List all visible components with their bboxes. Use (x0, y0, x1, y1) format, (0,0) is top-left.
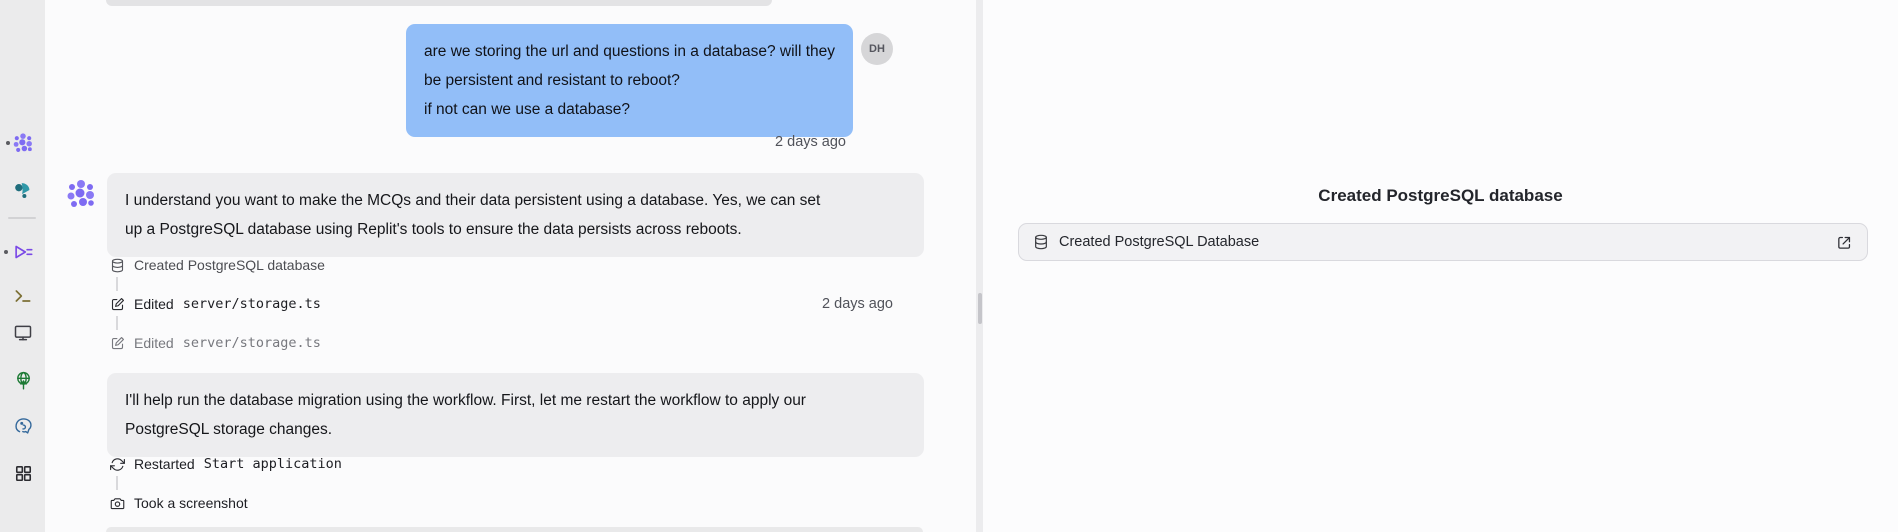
previous-message-edge (106, 0, 772, 6)
tool-label: Created PostgreSQL database (134, 257, 325, 273)
monitor-icon (13, 323, 33, 343)
agent-message-line: I understand you want to make the MCQs a… (125, 186, 906, 215)
agent-message-line: I'll help run the database migration usi… (125, 386, 906, 415)
sidebar-item-shell[interactable] (11, 284, 35, 308)
postgresql-icon (13, 415, 34, 436)
database-icon (1033, 234, 1049, 250)
edit-icon (110, 336, 125, 351)
assistant-arrow-icon (12, 179, 34, 201)
tool-row-took-screenshot[interactable]: Took a screenshot (110, 493, 248, 513)
console-notification-dot (4, 250, 8, 254)
next-message-edge (106, 527, 923, 532)
sidebar-item-preview[interactable] (11, 321, 35, 345)
tool-command-name: Start application (204, 456, 342, 472)
sidebar-item-assistant[interactable] (11, 178, 35, 202)
tool-label: Edited (134, 335, 174, 351)
user-message-line: be persistent and resistant to reboot? (424, 66, 835, 95)
tool-label: Took a screenshot (134, 495, 248, 511)
sidebar-item-agent[interactable] (11, 131, 35, 155)
agent-dots-icon (65, 178, 97, 210)
agent-notification-dot (6, 141, 10, 145)
timeline-connector (116, 476, 118, 490)
agent-dots-icon (12, 132, 34, 154)
apps-grid-icon (14, 464, 33, 483)
user-message-line: if not can we use a database? (424, 95, 835, 124)
tool-row-created-database[interactable]: Created PostgreSQL database (110, 255, 325, 275)
detail-panel-title: Created PostgreSQL database (983, 186, 1898, 206)
deploy-globe-icon (13, 370, 34, 391)
terminal-icon (13, 286, 33, 306)
sidebar-divider (8, 217, 36, 219)
tool-file-name: server/storage.ts (183, 296, 321, 312)
detail-panel: Created PostgreSQL database Created Post… (983, 0, 1898, 532)
tool-label: Edited (134, 296, 174, 312)
message-timestamp: 2 days ago (822, 296, 893, 312)
sidebar-item-all-tools[interactable] (11, 461, 35, 485)
tool-label: Restarted (134, 456, 195, 472)
user-message-line: are we storing the url and questions in … (424, 37, 835, 66)
tool-row-restarted-workflow[interactable]: Restarted Start application (110, 454, 342, 474)
sidebar-item-console[interactable] (11, 240, 35, 264)
database-detail-card[interactable]: Created PostgreSQL Database (1018, 223, 1868, 261)
user-message-bubble: are we storing the url and questions in … (406, 24, 853, 137)
tool-row-edited-file[interactable]: Edited server/storage.ts (110, 333, 321, 353)
timeline-connector (116, 316, 118, 330)
agent-message-line: PostgreSQL storage changes. (125, 415, 906, 444)
user-avatar: DH (861, 33, 893, 65)
open-external-icon[interactable] (1836, 234, 1853, 251)
message-timestamp: 2 days ago (775, 134, 846, 150)
timeline-connector (116, 277, 118, 291)
console-play-lines-icon (12, 241, 34, 263)
edit-icon (110, 297, 125, 312)
sidebar-item-database[interactable] (11, 413, 35, 437)
agent-avatar (65, 178, 97, 210)
sidebar-item-deployments[interactable] (11, 368, 35, 392)
chat-scrollbar-thumb[interactable] (978, 293, 982, 324)
database-icon (110, 258, 125, 273)
agent-message-bubble: I understand you want to make the MCQs a… (107, 173, 924, 257)
tool-file-name: server/storage.ts (183, 335, 321, 351)
tool-row-edited-file[interactable]: Edited server/storage.ts (110, 294, 321, 314)
camera-icon (110, 496, 125, 511)
agent-message-bubble: I'll help run the database migration usi… (107, 373, 924, 457)
panel-divider (976, 0, 983, 532)
refresh-icon (110, 457, 125, 472)
chat-panel: are we storing the url and questions in … (45, 0, 976, 532)
database-card-label: Created PostgreSQL Database (1059, 234, 1826, 250)
sidebar-rail (0, 0, 45, 532)
agent-message-line: up a PostgreSQL database using Replit's … (125, 215, 906, 244)
